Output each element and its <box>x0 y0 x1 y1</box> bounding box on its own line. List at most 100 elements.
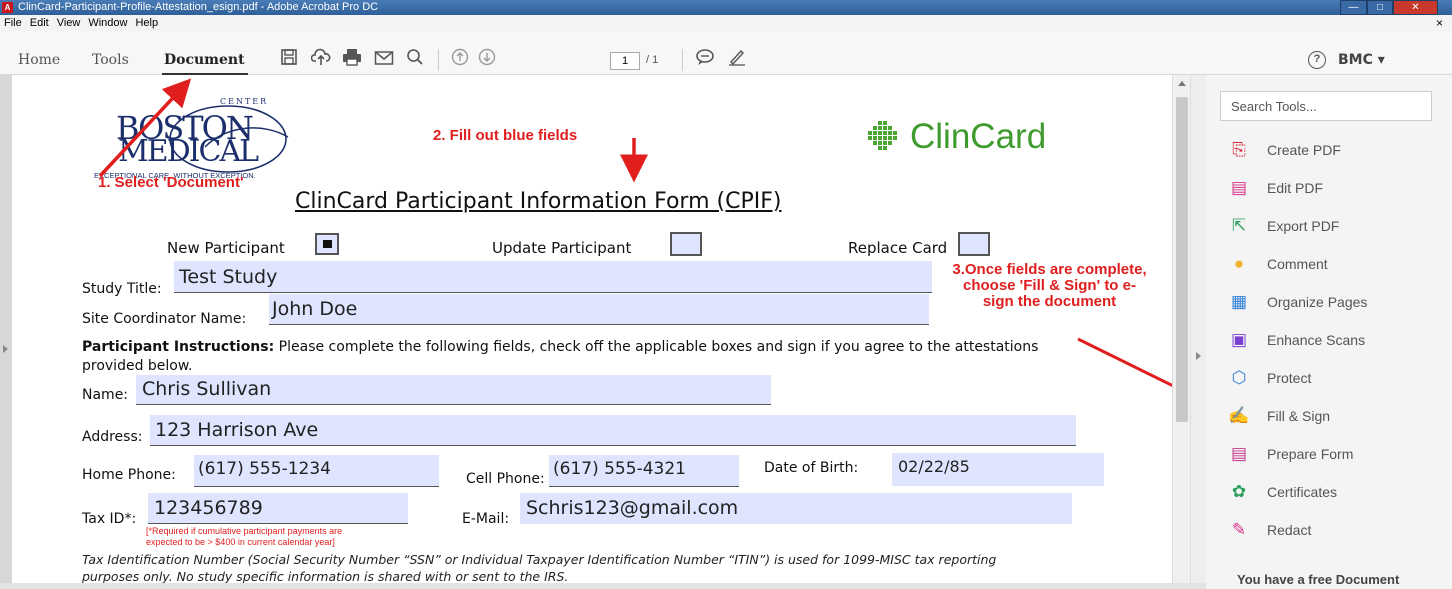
document-page: CENTER BOSTON MEDICAL EXCEPTIONAL CARE. … <box>12 75 1172 583</box>
email-field[interactable]: Schris123@gmail.com <box>520 493 1072 524</box>
coordinator-label: Site Coordinator Name: <box>82 311 247 327</box>
name-value: Chris Sullivan <box>142 378 272 400</box>
logo-top-text: CENTER <box>220 97 269 106</box>
tab-tools[interactable]: Tools <box>92 52 129 68</box>
page-number-input[interactable]: 1 <box>610 52 640 70</box>
address-field[interactable]: 123 Harrison Ave <box>150 415 1076 446</box>
help-icon[interactable]: ? <box>1308 51 1326 69</box>
tool-label: Export PDF <box>1267 218 1340 234</box>
menu-window[interactable]: Window <box>88 17 127 29</box>
tab-home[interactable]: Home <box>18 52 60 68</box>
left-gutter <box>0 75 12 589</box>
tool-prepare-form[interactable]: ▤ Prepare Form <box>1228 443 1438 467</box>
tool-redact[interactable]: ✎ Redact <box>1228 519 1438 543</box>
name-field[interactable]: Chris Sullivan <box>136 375 771 405</box>
study-title-label: Study Title: <box>82 281 162 297</box>
annotation-fill-sign-line1: 3.Once fields are complete, <box>952 261 1147 278</box>
clincard-logo-text: ClinCard <box>910 117 1047 156</box>
maximize-button[interactable]: □ <box>1367 0 1393 15</box>
cell-phone-value: (617) 555-4321 <box>553 459 686 479</box>
tool-label: Protect <box>1267 370 1312 386</box>
dob-field[interactable]: 02/22/85 <box>892 453 1104 486</box>
comment-icon[interactable] <box>693 48 717 72</box>
cell-phone-label: Cell Phone: <box>466 471 545 487</box>
home-phone-value: (617) 555-1234 <box>198 459 331 479</box>
document-close-button[interactable]: × <box>1436 15 1443 31</box>
dob-value: 02/22/85 <box>898 457 970 476</box>
new-participant-checkbox[interactable] <box>315 233 339 255</box>
toolbar-separator <box>438 49 439 71</box>
search-icon[interactable] <box>403 48 427 72</box>
minimize-button[interactable]: — <box>1340 0 1367 15</box>
form-icon: ▤ <box>1230 444 1248 463</box>
scroll-up-icon[interactable] <box>1178 81 1186 86</box>
window-title: ClinCard-Participant-Profile-Attestation… <box>18 1 379 13</box>
tool-enhance-scans[interactable]: ▣ Enhance Scans <box>1228 329 1438 353</box>
email-icon[interactable] <box>372 48 396 72</box>
coordinator-value: John Doe <box>272 298 358 320</box>
menu-edit[interactable]: Edit <box>30 17 49 29</box>
coordinator-field[interactable]: John Doe <box>269 294 929 325</box>
scrollbar-thumb[interactable] <box>1176 97 1188 422</box>
tax-footnote-line1: Tax Identification Number (Social Securi… <box>82 552 997 567</box>
cell-phone-field[interactable]: (617) 555-4321 <box>549 455 739 487</box>
tool-label: Fill & Sign <box>1267 408 1331 424</box>
acrobat-logo-icon: A <box>2 2 13 13</box>
tool-protect[interactable]: ⬡ Protect <box>1228 367 1438 391</box>
replace-card-label: Replace Card <box>848 239 948 257</box>
collapse-panel-icon[interactable] <box>1196 352 1201 360</box>
taxid-label: Tax ID*: <box>82 511 137 527</box>
tool-fill-sign[interactable]: ✍ Fill & Sign <box>1228 405 1438 429</box>
organize-icon: ▦ <box>1230 292 1248 311</box>
update-participant-label: Update Participant <box>492 239 632 257</box>
tool-label: Create PDF <box>1267 142 1341 158</box>
replace-card-checkbox[interactable] <box>958 232 990 256</box>
tool-export-pdf[interactable]: ⇱ Export PDF <box>1228 215 1438 239</box>
expand-left-panel-icon[interactable] <box>3 345 8 353</box>
tool-certificates[interactable]: ✿ Certificates <box>1228 481 1438 505</box>
scan-icon: ▣ <box>1230 330 1248 349</box>
menu-help[interactable]: Help <box>135 17 158 29</box>
edit-pdf-icon: ▤ <box>1230 178 1248 197</box>
annotation-fill-fields: 2. Fill out blue fields <box>433 127 578 144</box>
tool-comment[interactable]: ● Comment <box>1228 253 1438 277</box>
fill-sign-icon: ✍ <box>1228 406 1250 425</box>
required-note-line2: expected to be > $400 in current calenda… <box>146 537 335 547</box>
user-menu[interactable]: BMC ▾ <box>1338 52 1385 68</box>
tool-organize-pages[interactable]: ▦ Organize Pages <box>1228 291 1438 315</box>
panel-splitter[interactable] <box>1190 75 1206 589</box>
required-note-line1: [*Required if cumulative participant pay… <box>146 526 343 536</box>
menu-view[interactable]: View <box>57 17 81 29</box>
home-phone-field[interactable]: (617) 555-1234 <box>194 455 439 487</box>
tool-label: Certificates <box>1267 484 1338 500</box>
save-icon[interactable] <box>277 48 301 72</box>
menu-file[interactable]: File <box>4 17 22 29</box>
print-icon[interactable] <box>340 48 364 72</box>
annotation-fill-sign: 3.Once fields are complete, choose 'Fill… <box>917 262 1172 310</box>
vertical-scrollbar[interactable] <box>1172 75 1190 583</box>
new-participant-label: New Participant <box>167 239 285 257</box>
toolbar: Home Tools Document 1 / 1 ? BMC ▾ <box>0 31 1452 75</box>
bottom-border <box>0 583 1206 589</box>
create-pdf-icon: ⎘ <box>1232 140 1246 159</box>
sign-icon[interactable] <box>725 48 749 72</box>
study-title-value: Test Study <box>179 266 278 288</box>
tab-document[interactable]: Document <box>164 52 245 68</box>
name-label: Name: <box>82 387 129 403</box>
study-title-field[interactable]: Test Study <box>174 261 932 293</box>
page-down-icon[interactable] <box>475 48 499 72</box>
dob-label: Date of Birth: <box>764 460 859 476</box>
tool-create-pdf[interactable]: ⎘ Create PDF <box>1228 139 1438 163</box>
update-participant-checkbox[interactable] <box>670 232 702 256</box>
page-up-icon[interactable] <box>448 48 472 72</box>
search-tools-input[interactable]: Search Tools... <box>1220 91 1432 121</box>
shield-icon: ⬡ <box>1231 368 1247 387</box>
boston-medical-logo: CENTER BOSTON MEDICAL EXCEPTIONAL CARE. … <box>94 97 300 182</box>
taxid-field[interactable]: 123456789 <box>148 493 408 524</box>
tool-edit-pdf[interactable]: ▤ Edit PDF <box>1228 177 1438 201</box>
toolbar-separator <box>682 49 683 71</box>
redact-icon: ✎ <box>1231 520 1247 539</box>
certificate-icon: ✿ <box>1231 482 1247 501</box>
upload-icon[interactable] <box>309 48 333 72</box>
close-button[interactable]: ✕ <box>1393 0 1438 15</box>
